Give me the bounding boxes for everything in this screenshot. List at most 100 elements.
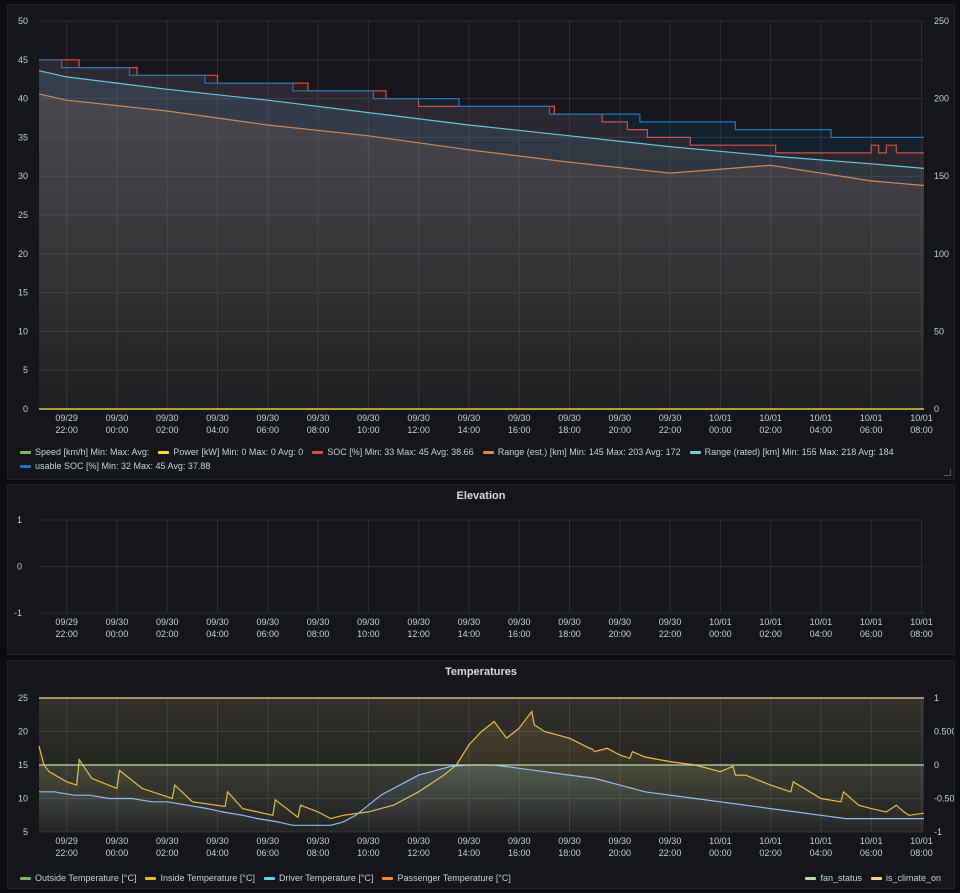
x-tick-date: 09/30 xyxy=(357,836,380,846)
y-right-tick-label: 150 xyxy=(934,171,949,181)
x-tick-date: 09/30 xyxy=(307,617,330,627)
x-tick-time: 22:00 xyxy=(659,629,682,639)
y-left-tick-label: 15 xyxy=(18,760,28,770)
legend-label: is_climate_on xyxy=(885,873,941,883)
x-tick-time: 06:00 xyxy=(257,629,280,639)
legend-label: Range (rated) [km] Min: 155 Max: 218 Avg… xyxy=(704,447,894,457)
x-tick-time: 18:00 xyxy=(558,629,581,639)
x-tick-time: 20:00 xyxy=(609,848,632,858)
legend-item[interactable]: Driver Temperature [°C] xyxy=(263,871,374,885)
x-tick-date: 09/30 xyxy=(257,836,280,846)
legend-item[interactable]: Passenger Temperature [°C] xyxy=(382,871,511,885)
legend-swatch xyxy=(312,451,324,455)
y-left-tick-label: 45 xyxy=(18,55,28,65)
x-tick-time: 22:00 xyxy=(55,848,78,858)
elevation-chart[interactable]: -1 0 1 09/29 22:00 09/30 00:00 09/30 02:00 09/30 0… xyxy=(8,485,954,654)
legend-label: Speed [km/h] Min: Max: Avg: xyxy=(35,447,150,457)
legend-label: Driver Temperature [°C] xyxy=(278,873,374,883)
x-tick-time: 04:00 xyxy=(810,425,833,435)
x-tick-date: 10/01 xyxy=(810,836,833,846)
y-left-tick-label: 0 xyxy=(23,404,28,414)
x-tick-time: 20:00 xyxy=(609,629,632,639)
x-tick-time: 12:00 xyxy=(407,629,430,639)
y-left-tick-label: 40 xyxy=(18,94,28,104)
x-tick-time: 04:00 xyxy=(206,848,229,858)
x-tick-date: 09/30 xyxy=(407,413,430,423)
resize-handle[interactable] xyxy=(944,469,951,476)
x-tick-date: 10/01 xyxy=(860,836,883,846)
legend-item[interactable]: usable SOC [%] Min: 32 Max: 45 Avg: 37.8… xyxy=(20,459,210,473)
legend-swatch xyxy=(20,451,31,455)
y-right-tick-label: 0 xyxy=(934,404,939,414)
y-left-tick-label: 15 xyxy=(18,288,28,298)
y-left-tick-label: 20 xyxy=(18,727,28,737)
x-tick-date: 09/30 xyxy=(558,413,581,423)
x-tick-time: 06:00 xyxy=(860,848,883,858)
x-tick-date: 09/30 xyxy=(206,617,229,627)
elevation-panel: Elevation -1 0 1 09/29 22:00 09/30 00:00 09/30 0… xyxy=(7,484,955,655)
x-tick-date: 09/30 xyxy=(257,413,280,423)
legend-label: Power [kW] Min: 0 Max: 0 Avg: 0 xyxy=(173,447,304,457)
legend-label: usable SOC [%] Min: 32 Max: 45 Avg: 37.8… xyxy=(35,461,211,471)
legend-item[interactable]: Outside Temperature [°C] xyxy=(20,871,136,885)
x-tick-time: 08:00 xyxy=(910,629,933,639)
x-tick-time: 08:00 xyxy=(307,425,330,435)
soc-range-chart[interactable]: 0 5 10 15 20 25 30 35 40 45 50 0 50 100 150 200 250 09/29… xyxy=(8,5,954,479)
legend-item[interactable]: Inside Temperature [°C] xyxy=(145,871,255,885)
legend-item[interactable]: Range (rated) [km] Min: 155 Max: 218 Avg… xyxy=(689,445,894,459)
soc-range-panel: 0 5 10 15 20 25 30 35 40 45 50 0 50 100 150 200 250 09/29… xyxy=(7,4,955,480)
x-tick-date: 10/01 xyxy=(860,617,883,627)
y-left-tick-label: 25 xyxy=(18,210,28,220)
legend-label: SOC [%] Min: 33 Max: 45 Avg: 38.66 xyxy=(327,447,474,457)
legend-swatch xyxy=(689,451,701,455)
x-tick-date: 09/30 xyxy=(659,836,682,846)
x-tick-date: 09/30 xyxy=(206,413,229,423)
legend-item[interactable]: Power [kW] Min: 0 Max: 0 Avg: 0 xyxy=(158,445,303,459)
x-tick-date: 09/30 xyxy=(609,617,632,627)
legend-label: Inside Temperature [°C] xyxy=(160,873,255,883)
y-right-tick-label: 1 xyxy=(934,693,939,703)
legend-item[interactable]: Speed [km/h] Min: Max: Avg: xyxy=(20,445,149,459)
x-tick-date: 10/01 xyxy=(709,413,732,423)
y-left-tick-label: 50 xyxy=(18,16,28,26)
x-tick-date: 09/30 xyxy=(508,836,531,846)
legend-item[interactable]: fan_status xyxy=(805,871,862,885)
x-tick-time: 08:00 xyxy=(307,629,330,639)
legend-item[interactable]: SOC [%] Min: 33 Max: 45 Avg: 38.66 xyxy=(312,445,474,459)
y-left-tick-label: 10 xyxy=(18,326,28,336)
legend-label: Outside Temperature [°C] xyxy=(35,873,137,883)
legend-item[interactable]: is_climate_on xyxy=(870,871,941,885)
x-tick-time: 06:00 xyxy=(257,425,280,435)
temperatures-chart[interactable]: 5 10 15 20 25 -1 -0.50 0 0.500 1 09/29 22:00 09/30 00… xyxy=(8,661,954,888)
legend-item[interactable]: Range (est.) [km] Min: 145 Max: 203 Avg:… xyxy=(482,445,681,459)
x-tick-time: 06:00 xyxy=(860,425,883,435)
x-tick-date: 10/01 xyxy=(759,413,782,423)
x-tick-date: 09/30 xyxy=(106,617,129,627)
x-tick-date: 09/30 xyxy=(307,413,330,423)
legend-swatch xyxy=(482,451,494,455)
x-tick-time: 18:00 xyxy=(558,425,581,435)
x-tick-time: 02:00 xyxy=(156,629,179,639)
x-tick-time: 06:00 xyxy=(257,848,280,858)
y-right-tick-label: 0 xyxy=(934,760,939,770)
x-tick-time: 10:00 xyxy=(357,425,380,435)
x-tick-time: 08:00 xyxy=(910,848,933,858)
x-tick-date: 09/30 xyxy=(659,413,682,423)
legend-swatch xyxy=(870,877,882,881)
y-left-tick-label: 5 xyxy=(23,365,28,375)
x-tick-time: 00:00 xyxy=(106,629,129,639)
x-tick-time: 04:00 xyxy=(810,848,833,858)
y-left-tick-label: 0 xyxy=(17,562,22,572)
x-tick-date: 09/30 xyxy=(508,413,531,423)
x-tick-date: 10/01 xyxy=(810,617,833,627)
legend-label: fan_status xyxy=(820,873,862,883)
temperatures-legend-right: fan_status is_climate_on xyxy=(805,871,950,885)
x-tick-time: 00:00 xyxy=(106,848,129,858)
x-tick-time: 02:00 xyxy=(759,629,782,639)
x-tick-date: 09/30 xyxy=(407,836,430,846)
temperatures-panel: Temperatures 510152025-1-0.5000.500109/2… xyxy=(7,660,955,889)
x-tick-date: 09/29 xyxy=(55,617,78,627)
x-tick-date: 10/01 xyxy=(810,413,833,423)
x-tick-time: 18:00 xyxy=(558,848,581,858)
y-left-tick-label: 35 xyxy=(18,132,28,142)
